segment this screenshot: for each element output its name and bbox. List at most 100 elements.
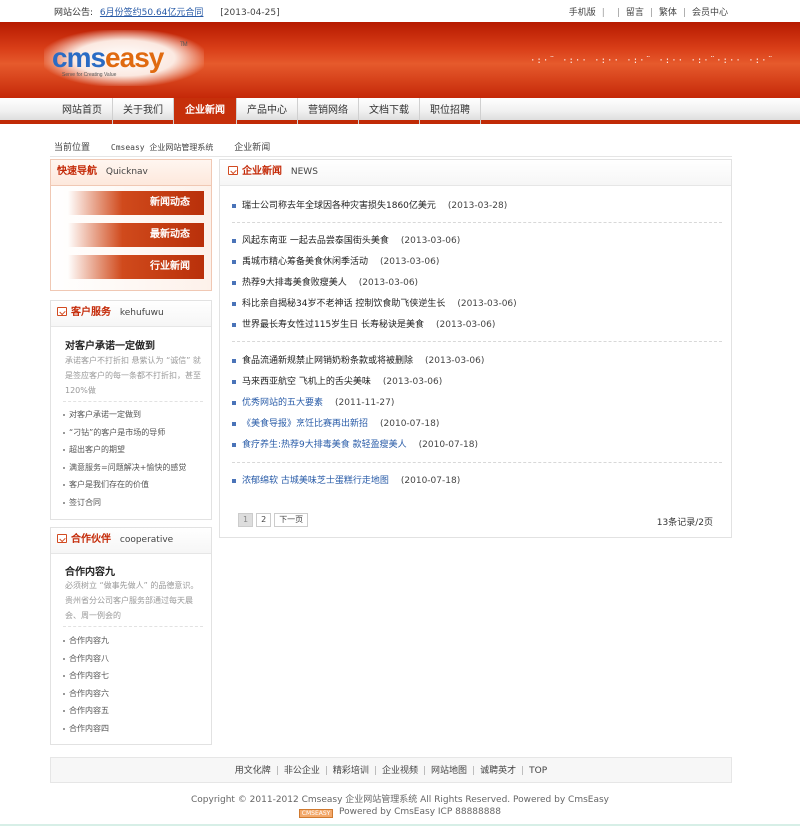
list-item[interactable]: 热荐9大排毒美食败瘦美人 (2013-03-06) — [232, 275, 418, 291]
list-item[interactable]: 科比亲自揭秘34岁不老神话 控制饮食助飞侠逆生长 (2013-03-06) — [232, 296, 517, 312]
nav-item-downloads[interactable]: 文档下载 — [359, 98, 420, 124]
copyright: Copyright © 2011-2012 Cmseasy 企业网站管理系统 A… — [190, 795, 609, 805]
cmseasy-badge[interactable]: CMSEASY — [299, 809, 334, 818]
next-page-button[interactable]: 下一页 — [274, 513, 309, 527]
partner-desc: 必须树立 “做事先做人” 的品德意识。贵州省分公司客户服务部通过每天晨会、周一例… — [65, 581, 199, 620]
list-item[interactable]: “刁钻”的客户是市场的导师 — [63, 424, 186, 442]
breadcrumb-label: 当前位置 — [54, 143, 91, 153]
partner-title: 合作伙伴 — [71, 534, 111, 545]
service-subtitle[interactable]: 对客户承诺一定做到 — [65, 337, 155, 352]
news-divider — [232, 462, 722, 463]
list-item[interactable]: 合作内容八 — [63, 650, 109, 668]
partner-box: 合作伙伴 cooperative 合作内容九 必须树立 “做事先做人” 的品德意… — [50, 527, 212, 745]
header-slogan: ·:·¨ ·:·· ·:·· ·:·¨ ·:·· ·:·¨·:·· ·:·¨ — [530, 56, 774, 66]
notice-date: [2013-04-25] — [220, 8, 280, 18]
footer-link[interactable]: 精彩培训 — [333, 766, 369, 776]
footer-top-link[interactable]: TOP — [529, 766, 547, 776]
guestbook-link[interactable]: 留言 — [626, 8, 644, 18]
list-item[interactable]: 食疗养生:热荐9大排毒美食 款轻盈瘦美人 (2010-07-18) — [232, 437, 478, 453]
service-title-en: kehufuwu — [119, 308, 164, 318]
footer-link[interactable]: 非公企业 — [284, 766, 320, 776]
list-item[interactable]: 优秀网站的五大要素 (2011-11-27) — [232, 395, 394, 411]
list-item[interactable]: 马来西亚航空 飞机上的舌尖美味 (2013-03-06) — [232, 374, 442, 390]
record-count: 13条记录/2页 — [656, 518, 713, 528]
quicknav-header: 快速导航 Quicknav — [51, 160, 211, 186]
footer-link[interactable]: 诚聘英才 — [480, 766, 516, 776]
news-divider — [232, 341, 722, 342]
mail-icon — [57, 534, 67, 543]
page-1-button[interactable]: 1 — [238, 513, 254, 527]
news-panel: 企业新闻 NEWS 瑞士公司称去年全球因各种灾害损失1860亿美元 (2013-0… — [219, 159, 732, 538]
breadcrumb-divider — [50, 156, 732, 157]
list-item[interactable]: 世界最长寿女性过115岁生日 长寿秘诀是美食 (2013-03-06) — [232, 317, 495, 333]
header-banner: cmseasy TM Serve for Creating Value ·:·¨… — [0, 22, 800, 98]
list-item[interactable]: 瑞士公司称去年全球因各种灾害损失1860亿美元 (2013-03-28) — [232, 198, 507, 214]
footer-link[interactable]: 企业视频 — [382, 766, 418, 776]
service-divider — [63, 401, 203, 402]
mail-icon — [228, 166, 238, 175]
service-box: 客户服务 kehufuwu 对客户承诺一定做到 承诺客户不打折扣 悬紫认为 “诚… — [50, 300, 212, 520]
notice-link[interactable]: 6月份签约50.64亿元合同 — [100, 8, 204, 18]
list-item[interactable]: 合作内容四 — [63, 720, 109, 738]
news-divider — [232, 222, 722, 223]
list-item[interactable]: 超出客户的期望 — [63, 441, 186, 459]
quicknav-title-en: Quicknav — [105, 167, 148, 177]
quicknav-button-latest[interactable]: 最新动态 — [68, 223, 204, 247]
list-item[interactable]: 食品流通新规禁止网销奶粉条款或将被删除 (2013-03-06) — [232, 353, 484, 369]
quicknav-button-news[interactable]: 新闻动态 — [68, 191, 204, 215]
nav-item-products[interactable]: 产品中心 — [237, 98, 298, 124]
pagination: 1 2 下一页 — [238, 513, 309, 527]
list-item[interactable]: 浓郁绵软 古城美味芝士蛋糕行走地图 (2010-07-18) — [232, 473, 460, 489]
logo-tagline: Serve for Creating Value — [62, 72, 117, 78]
service-desc: 承诺客户不打折扣 悬紫认为 “诚信” 就是签应客户的每一条都不打折扣，甚至120… — [65, 356, 201, 395]
powered-by: CMSEASY Powered by CmsEasy ICP 88888888 — [0, 807, 800, 818]
list-item[interactable]: 合作内容九 — [63, 632, 109, 650]
service-header: 客户服务 kehufuwu — [51, 301, 211, 327]
page-2-button[interactable]: 2 — [256, 513, 272, 527]
nav-item-home[interactable]: 网站首页 — [52, 98, 113, 124]
list-item[interactable]: 风起东南亚 一起去品尝泰国街头美食 (2013-03-06) — [232, 233, 460, 249]
footer-link[interactable]: 用文化牌 — [235, 766, 271, 776]
news-title-en: NEWS — [290, 167, 318, 177]
site-notice: 网站公告: 6月份签约50.64亿元合同 [2013-04-25] — [54, 5, 280, 18]
news-header: 企业新闻 NEWS — [220, 160, 731, 186]
footer-nav: 用文化牌 | 非公企业 | 精彩培训 | 企业视频 | 网站地图 | 诚聘英才 | TOP — [50, 757, 732, 783]
mail-icon — [57, 307, 67, 316]
partner-header: 合作伙伴 cooperative — [51, 528, 211, 554]
partner-divider — [63, 626, 203, 627]
list-item[interactable]: 合作内容六 — [63, 685, 109, 703]
partner-title-en: cooperative — [119, 535, 174, 545]
list-item[interactable]: 签订合同 — [63, 494, 186, 512]
notice-label: 网站公告: — [54, 8, 94, 18]
partner-subtitle[interactable]: 合作内容九 — [65, 563, 115, 578]
main-nav: 网站首页 关于我们 企业新闻 产品中心 营销网络 文档下载 职位招聘 — [0, 98, 800, 124]
list-item[interactable]: 对客户承诺一定做到 — [63, 406, 186, 424]
list-item[interactable]: 合作内容七 — [63, 667, 109, 685]
top-bar: 网站公告: 6月份签约50.64亿元合同 [2013-04-25] 手机版 | | 留… — [0, 0, 800, 22]
quicknav-button-industry[interactable]: 行业新闻 — [68, 255, 204, 279]
quicknav-title: 快速导航 — [57, 166, 97, 177]
site-logo[interactable]: cmseasy TM — [52, 42, 188, 74]
nav-item-news[interactable]: 企业新闻 — [174, 98, 237, 124]
breadcrumb-current: 企业新闻 — [234, 143, 271, 153]
list-item[interactable]: 禹城市精心筹备美食休闲季活动 (2013-03-06) — [232, 254, 439, 270]
footer-link[interactable]: 网站地图 — [431, 766, 467, 776]
list-item[interactable]: 客户是我们存在的价值 — [63, 476, 186, 494]
list-item[interactable]: 满意服务=问题解决+愉快的感觉 — [63, 459, 186, 477]
member-center-link[interactable]: 会员中心 — [692, 8, 728, 18]
list-item[interactable]: 《美食导报》烹饪比赛再出新招 (2010-07-18) — [232, 416, 439, 432]
traditional-link[interactable]: 繁体 — [659, 8, 677, 18]
service-list: 对客户承诺一定做到 “刁钻”的客户是市场的导师 超出客户的期望 满意服务=问题解… — [63, 406, 186, 511]
nav-item-about[interactable]: 关于我们 — [113, 98, 174, 124]
nav-item-network[interactable]: 营销网络 — [298, 98, 359, 124]
breadcrumb-site[interactable]: Cmseasy 企业网站管理系统 — [111, 143, 214, 152]
nav-item-jobs[interactable]: 职位招聘 — [420, 98, 481, 124]
top-links: 手机版 | | 留言 | 繁体 | 会员中心 — [568, 8, 728, 18]
partner-list: 合作内容九 合作内容八 合作内容七 合作内容六 合作内容五 合作内容四 — [63, 632, 109, 737]
breadcrumb: 当前位置 Cmseasy 企业网站管理系统 企业新闻 — [54, 140, 270, 153]
service-title: 客户服务 — [71, 307, 111, 318]
powered-text: Powered by CmsEasy ICP 88888888 — [339, 807, 501, 817]
mobile-link[interactable]: 手机版 — [569, 8, 596, 18]
list-item[interactable]: 合作内容五 — [63, 702, 109, 720]
news-title: 企业新闻 — [242, 166, 282, 177]
